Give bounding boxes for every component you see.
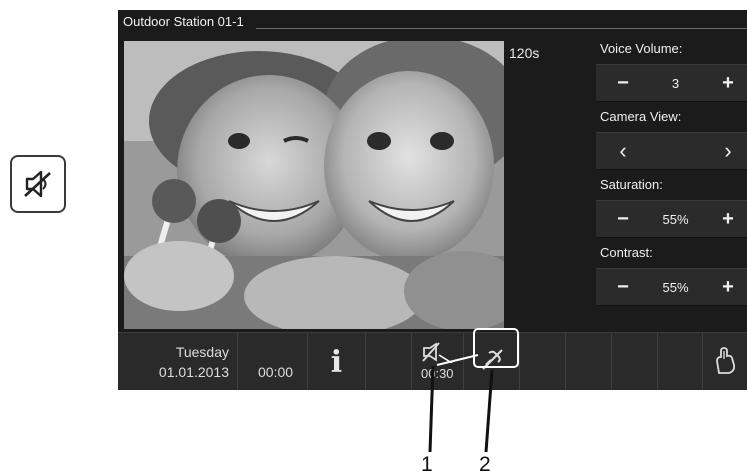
callout-lines: [428, 354, 494, 453]
callout-line-1-horizontal: [436, 354, 479, 366]
callout-line-1: [428, 365, 435, 453]
callout-number-1: 1: [421, 453, 433, 476]
callout-line-2: [484, 369, 494, 453]
callout-number-2: 2: [479, 453, 491, 476]
